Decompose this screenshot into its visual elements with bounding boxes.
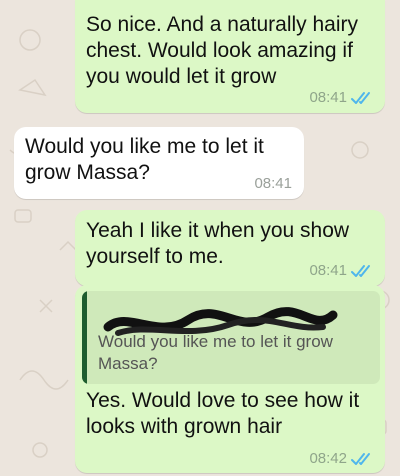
double-check-read-icon — [351, 452, 370, 465]
message-time: 08:41 — [309, 262, 347, 279]
double-check-read-icon — [351, 91, 370, 104]
outgoing-message-bubble[interactable]: So nice. And a naturally hairy chest. Wo… — [75, 0, 385, 113]
quoted-text: Would you like me to let it grow Massa? — [98, 332, 333, 373]
quoted-message[interactable]: Would you like me to let it grow Massa? — [82, 291, 380, 384]
message-time: 08:42 — [309, 450, 347, 467]
message-meta: 08:41 — [309, 89, 373, 106]
outgoing-reply-message-bubble[interactable]: Would you like me to let it grow Massa? … — [75, 285, 385, 473]
double-check-read-icon — [351, 264, 370, 277]
message-time: 08:41 — [254, 175, 292, 192]
outgoing-message-bubble[interactable]: Yeah I like it when you show yourself to… — [75, 210, 385, 286]
message-text: Yes. Would love to see how it looks with… — [86, 389, 360, 438]
message-time: 08:41 — [309, 89, 347, 106]
message-text: So nice. And a naturally hairy chest. Wo… — [86, 13, 358, 88]
incoming-message-bubble[interactable]: Would you like me to let it grow Massa? … — [14, 127, 304, 199]
message-meta: 08:41 — [254, 175, 292, 192]
quote-accent-bar — [82, 291, 87, 384]
message-meta: 08:41 — [309, 262, 373, 279]
message-meta: 08:42 — [309, 450, 373, 467]
